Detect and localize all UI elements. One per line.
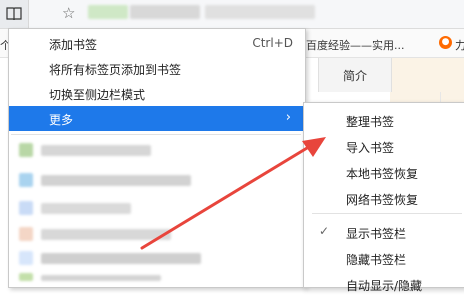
blurred-bookmark[interactable] <box>19 143 33 157</box>
blurred-bookmark[interactable] <box>41 275 161 281</box>
bookmark-fragment[interactable]: 力 <box>455 37 464 53</box>
blurred-bookmark[interactable] <box>19 173 33 187</box>
menu-item-add-bookmark[interactable]: 添加书签 Ctrl+D <box>9 31 305 56</box>
submenu-item-hide-bookmarks-bar[interactable]: 隐藏书签栏 <box>304 245 464 271</box>
submenu-item-network-restore[interactable]: 网络书签恢复 <box>304 185 464 211</box>
submenu-item-organize-bookmarks[interactable]: 整理书签 <box>304 107 464 133</box>
blurred-bookmark[interactable] <box>19 251 33 265</box>
submenu-item-auto-show-hide[interactable]: 自动显示/隐藏 <box>304 271 464 297</box>
submenu-item-label: 本地书签恢复 <box>346 167 419 181</box>
blurred-bookmark[interactable] <box>19 201 33 215</box>
menu-item-more[interactable]: 更多 › <box>9 106 305 131</box>
submenu-item-local-restore[interactable]: 本地书签恢复 <box>304 159 464 185</box>
blurred-address <box>130 5 200 19</box>
blurred-bookmark[interactable] <box>41 175 191 186</box>
page-tab-intro[interactable]: 简介 <box>318 58 392 92</box>
menu-item-bookmark-all-tabs[interactable]: 将所有标签页添加到书签 <box>9 56 305 81</box>
more-submenu: 整理书签 导入书签 本地书签恢复 网络书签恢复 ✓ 显示书签栏 隐藏书签栏 自动… <box>303 102 464 293</box>
submenu-item-label: 隐藏书签栏 <box>346 253 407 267</box>
menu-item-label: 切换至侧边栏模式 <box>49 88 146 102</box>
blurred-bookmark[interactable] <box>41 253 201 264</box>
submenu-item-import-bookmarks[interactable]: 导入书签 <box>304 133 464 159</box>
menu-item-label: 更多 <box>49 113 74 127</box>
blurred-bookmark[interactable] <box>41 229 171 240</box>
blurred-address <box>205 5 315 19</box>
submenu-item-label: 网络书签恢复 <box>346 193 419 207</box>
page-tab-intro-label: 简介 <box>342 68 367 83</box>
submenu-item-label: 整理书签 <box>346 115 395 129</box>
book-icon <box>6 7 22 21</box>
menu-separator <box>312 213 462 214</box>
bookmarks-button[interactable] <box>0 0 29 28</box>
bookmark-item[interactable]: 百度经验——实用... <box>306 37 405 53</box>
blurred-bookmark[interactable] <box>41 203 131 214</box>
menu-separator <box>11 134 301 135</box>
chevron-right-icon: › <box>285 110 291 125</box>
baidu-paw-icon: ● <box>439 36 452 49</box>
check-icon: ✓ <box>319 224 330 238</box>
blurred-address <box>88 5 128 19</box>
blurred-bookmark[interactable] <box>19 273 33 281</box>
blurred-bookmark[interactable] <box>19 227 33 241</box>
menu-item-sidebar-mode[interactable]: 切换至侧边栏模式 <box>9 81 305 106</box>
browser-toolbar: ☆ <box>0 0 464 29</box>
submenu-item-label: 显示书签栏 <box>346 227 407 241</box>
submenu-item-show-bookmarks-bar[interactable]: ✓ 显示书签栏 <box>304 219 464 245</box>
menu-item-label: 添加书签 <box>49 38 98 52</box>
blurred-bookmark[interactable] <box>41 145 151 156</box>
bookmark-menu: 添加书签 Ctrl+D 将所有标签页添加到书签 切换至侧边栏模式 更多 › <box>8 28 306 288</box>
menu-item-shortcut: Ctrl+D <box>252 36 293 50</box>
menu-item-label: 将所有标签页添加到书签 <box>49 63 182 77</box>
submenu-item-label: 导入书签 <box>346 141 395 155</box>
star-icon[interactable]: ☆ <box>62 4 75 22</box>
